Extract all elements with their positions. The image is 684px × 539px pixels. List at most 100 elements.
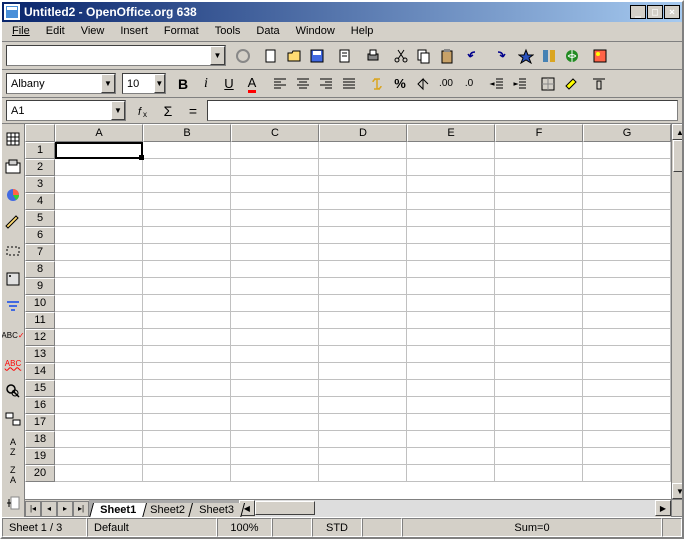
cell-D2[interactable] (319, 159, 407, 176)
status-mode[interactable]: STD (312, 518, 362, 537)
cell-C1[interactable] (231, 142, 319, 159)
row-header-18[interactable]: 18 (25, 431, 55, 448)
cell-B1[interactable] (143, 142, 231, 159)
cell-E4[interactable] (407, 193, 495, 210)
cell-A18[interactable] (55, 431, 143, 448)
row-header-20[interactable]: 20 (25, 465, 55, 482)
sort-desc-icon[interactable]: ZA (2, 464, 24, 486)
cell-F19[interactable] (495, 448, 583, 465)
cell-C5[interactable] (231, 210, 319, 227)
cell-B6[interactable] (143, 227, 231, 244)
row-header-13[interactable]: 13 (25, 346, 55, 363)
cell-C18[interactable] (231, 431, 319, 448)
cell-G17[interactable] (583, 414, 671, 431)
menu-insert[interactable]: Insert (112, 23, 156, 40)
cell-B14[interactable] (143, 363, 231, 380)
cell-A5[interactable] (55, 210, 143, 227)
vscroll-thumb[interactable] (673, 140, 682, 172)
minimize-button[interactable]: _ (630, 5, 646, 19)
cell-B15[interactable] (143, 380, 231, 397)
edit-icon[interactable] (334, 45, 356, 67)
menu-file[interactable]: File (4, 23, 38, 40)
font-name-combo[interactable]: ▼ (6, 73, 116, 94)
cell-E19[interactable] (407, 448, 495, 465)
cell-E15[interactable] (407, 380, 495, 397)
show-draw-icon[interactable] (2, 212, 24, 234)
sort-asc-icon[interactable]: AZ (2, 436, 24, 458)
cell-C4[interactable] (231, 193, 319, 210)
cell-E1[interactable] (407, 142, 495, 159)
tab-first-button[interactable]: |◂ (25, 501, 41, 517)
column-header-d[interactable]: D (319, 124, 407, 142)
cell-reference-input[interactable] (7, 101, 111, 120)
vertical-scrollbar[interactable]: ▲ ▼ (671, 124, 682, 499)
row-header-9[interactable]: 9 (25, 278, 55, 295)
cell-G18[interactable] (583, 431, 671, 448)
bgcolor-button[interactable] (560, 73, 582, 95)
font-size-input[interactable] (123, 74, 154, 93)
align-justify-button[interactable] (338, 73, 360, 95)
cell-B18[interactable] (143, 431, 231, 448)
menu-format[interactable]: Format (156, 23, 207, 40)
menu-window[interactable]: Window (288, 23, 343, 40)
column-header-f[interactable]: F (495, 124, 583, 142)
currency-button[interactable] (366, 73, 388, 95)
form-icon[interactable] (2, 268, 24, 290)
cell-A6[interactable] (55, 227, 143, 244)
cell-reference-combo[interactable]: ▼ (6, 100, 126, 121)
sheet-tab-sheet3[interactable]: Sheet3 (188, 503, 245, 518)
cell-F7[interactable] (495, 244, 583, 261)
decrease-indent-button[interactable] (486, 73, 508, 95)
cell-G16[interactable] (583, 397, 671, 414)
cell-A17[interactable] (55, 414, 143, 431)
cell-C2[interactable] (231, 159, 319, 176)
copy-icon[interactable] (413, 45, 435, 67)
cell-B16[interactable] (143, 397, 231, 414)
cell-B13[interactable] (143, 346, 231, 363)
tab-last-button[interactable]: ▸| (73, 501, 89, 517)
open-icon[interactable] (283, 45, 305, 67)
gallery-icon[interactable] (589, 45, 611, 67)
cell-F1[interactable] (495, 142, 583, 159)
font-name-dropdown[interactable]: ▼ (101, 74, 115, 93)
cell-D14[interactable] (319, 363, 407, 380)
cell-B5[interactable] (143, 210, 231, 227)
group-icon[interactable] (2, 492, 24, 514)
underline-button[interactable]: U (218, 73, 240, 95)
cell-F16[interactable] (495, 397, 583, 414)
cell-E13[interactable] (407, 346, 495, 363)
cell-A4[interactable] (55, 193, 143, 210)
align-center-button[interactable] (292, 73, 314, 95)
cell-F14[interactable] (495, 363, 583, 380)
autofilter-icon[interactable] (2, 296, 24, 318)
cell-D19[interactable] (319, 448, 407, 465)
cell-F4[interactable] (495, 193, 583, 210)
cell-C10[interactable] (231, 295, 319, 312)
cell-B3[interactable] (143, 176, 231, 193)
cell-D10[interactable] (319, 295, 407, 312)
sheet-tab-sheet2[interactable]: Sheet2 (139, 503, 196, 518)
cell-C14[interactable] (231, 363, 319, 380)
cell-A2[interactable] (55, 159, 143, 176)
cell-B4[interactable] (143, 193, 231, 210)
cell-A1[interactable] (55, 142, 143, 159)
cell-E11[interactable] (407, 312, 495, 329)
url-dropdown-button[interactable]: ▼ (210, 46, 225, 65)
row-header-6[interactable]: 6 (25, 227, 55, 244)
cell-E9[interactable] (407, 278, 495, 295)
row-header-3[interactable]: 3 (25, 176, 55, 193)
cell-A13[interactable] (55, 346, 143, 363)
cell-D11[interactable] (319, 312, 407, 329)
cell-A19[interactable] (55, 448, 143, 465)
cell-D4[interactable] (319, 193, 407, 210)
cell-B9[interactable] (143, 278, 231, 295)
cell-B17[interactable] (143, 414, 231, 431)
cell-E8[interactable] (407, 261, 495, 278)
cell-D20[interactable] (319, 465, 407, 482)
cell-A11[interactable] (55, 312, 143, 329)
print-icon[interactable] (362, 45, 384, 67)
cell-E16[interactable] (407, 397, 495, 414)
cell-G14[interactable] (583, 363, 671, 380)
cell-G19[interactable] (583, 448, 671, 465)
cell-C11[interactable] (231, 312, 319, 329)
